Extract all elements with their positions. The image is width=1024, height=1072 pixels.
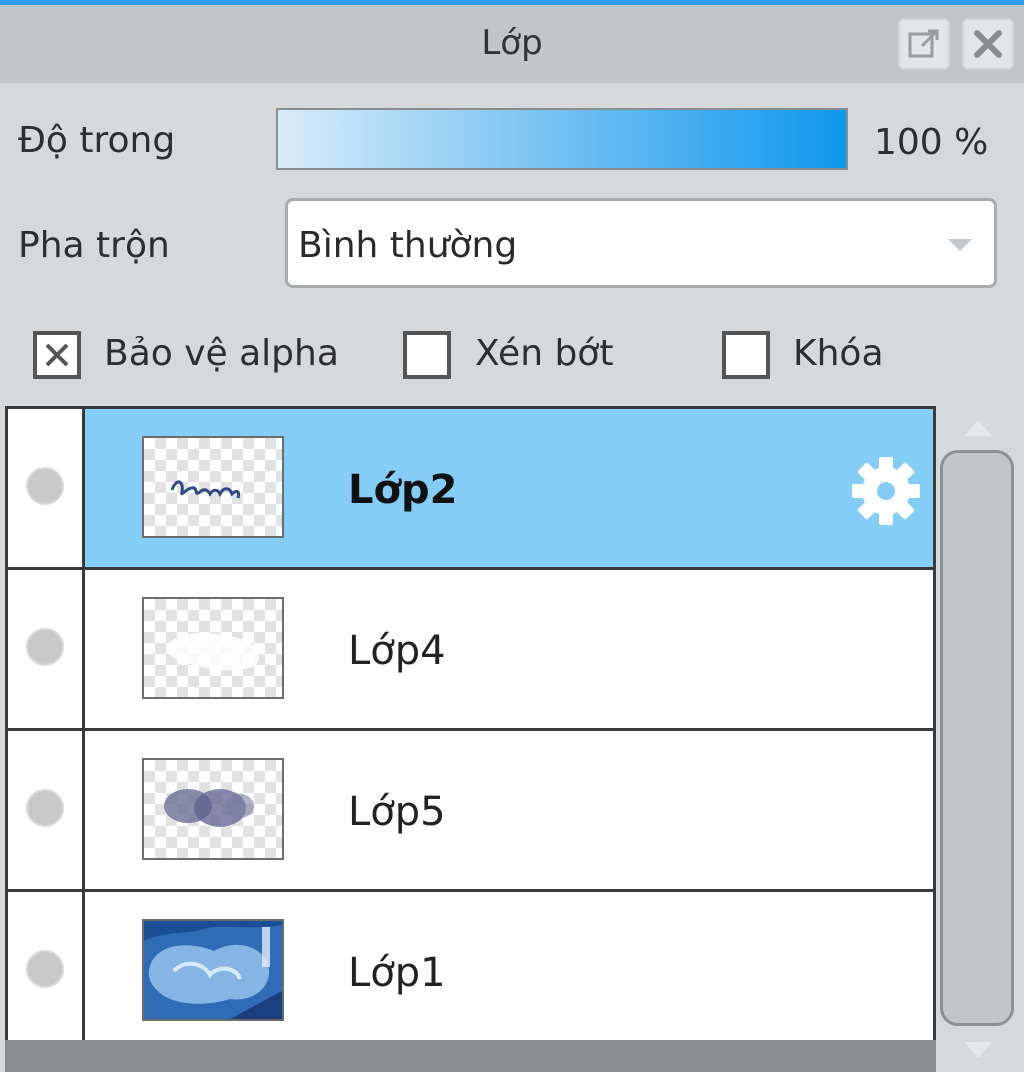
layer-thumbnail — [142, 758, 284, 860]
close-button[interactable] — [962, 18, 1014, 70]
layer-row[interactable]: Lớp4 — [8, 570, 933, 731]
protect-alpha-checkbox[interactable] — [33, 331, 81, 379]
opacity-slider-fill — [278, 110, 846, 168]
clipping-label: Xén bớt — [475, 333, 614, 374]
layer-thumbnail — [142, 919, 284, 1021]
layer-row[interactable]: Lớp1 — [8, 892, 933, 1053]
layer-name: Lớp5 — [348, 789, 446, 835]
scrollbar-thumb[interactable] — [940, 450, 1014, 1026]
lock-checkbox[interactable] — [722, 331, 770, 379]
layer-thumbnail — [142, 436, 284, 538]
blend-mode-select[interactable]: Bình thường — [285, 198, 997, 288]
protect-alpha-label: Bảo vệ alpha — [104, 333, 339, 374]
visibility-column — [8, 731, 85, 889]
lock-label: Khóa — [793, 333, 884, 374]
panel-titlebar: Lớp — [0, 5, 1024, 83]
panel-title: Lớp — [481, 23, 543, 63]
scroll-down-arrow-icon[interactable] — [964, 1042, 992, 1058]
visibility-toggle[interactable] — [26, 950, 64, 988]
blend-mode-value: Bình thường — [298, 225, 518, 266]
scroll-up-arrow-icon[interactable] — [964, 420, 992, 436]
layer-list-footer — [5, 1040, 936, 1072]
layer-thumbnail — [142, 597, 284, 699]
layer-row[interactable]: Lớp5 — [8, 731, 933, 892]
layer-name: Lớp2 — [348, 467, 458, 513]
popout-button[interactable] — [898, 18, 950, 70]
visibility-column — [8, 570, 85, 728]
opacity-value: 100 % — [874, 122, 989, 163]
visibility-column — [8, 409, 85, 567]
gear-icon[interactable] — [848, 453, 924, 529]
layer-list: Lớp2 Lớp4 Lớp5 Lớp1 — [5, 406, 936, 1072]
popout-icon — [908, 29, 939, 58]
clipping-checkbox[interactable] — [403, 331, 451, 379]
visibility-toggle[interactable] — [26, 628, 64, 666]
checkbox-x-icon — [45, 343, 69, 367]
visibility-toggle[interactable] — [26, 467, 64, 505]
opacity-label: Độ trong — [18, 120, 176, 161]
layer-name: Lớp4 — [348, 628, 446, 674]
close-icon — [974, 30, 1002, 58]
visibility-toggle[interactable] — [26, 789, 64, 827]
layer-row[interactable]: Lớp2 — [8, 409, 933, 570]
opacity-slider[interactable] — [276, 108, 848, 170]
blend-label: Pha trộn — [18, 225, 170, 266]
visibility-column — [8, 892, 85, 1050]
chevron-down-icon — [948, 239, 972, 251]
layer-name: Lớp1 — [348, 950, 446, 996]
